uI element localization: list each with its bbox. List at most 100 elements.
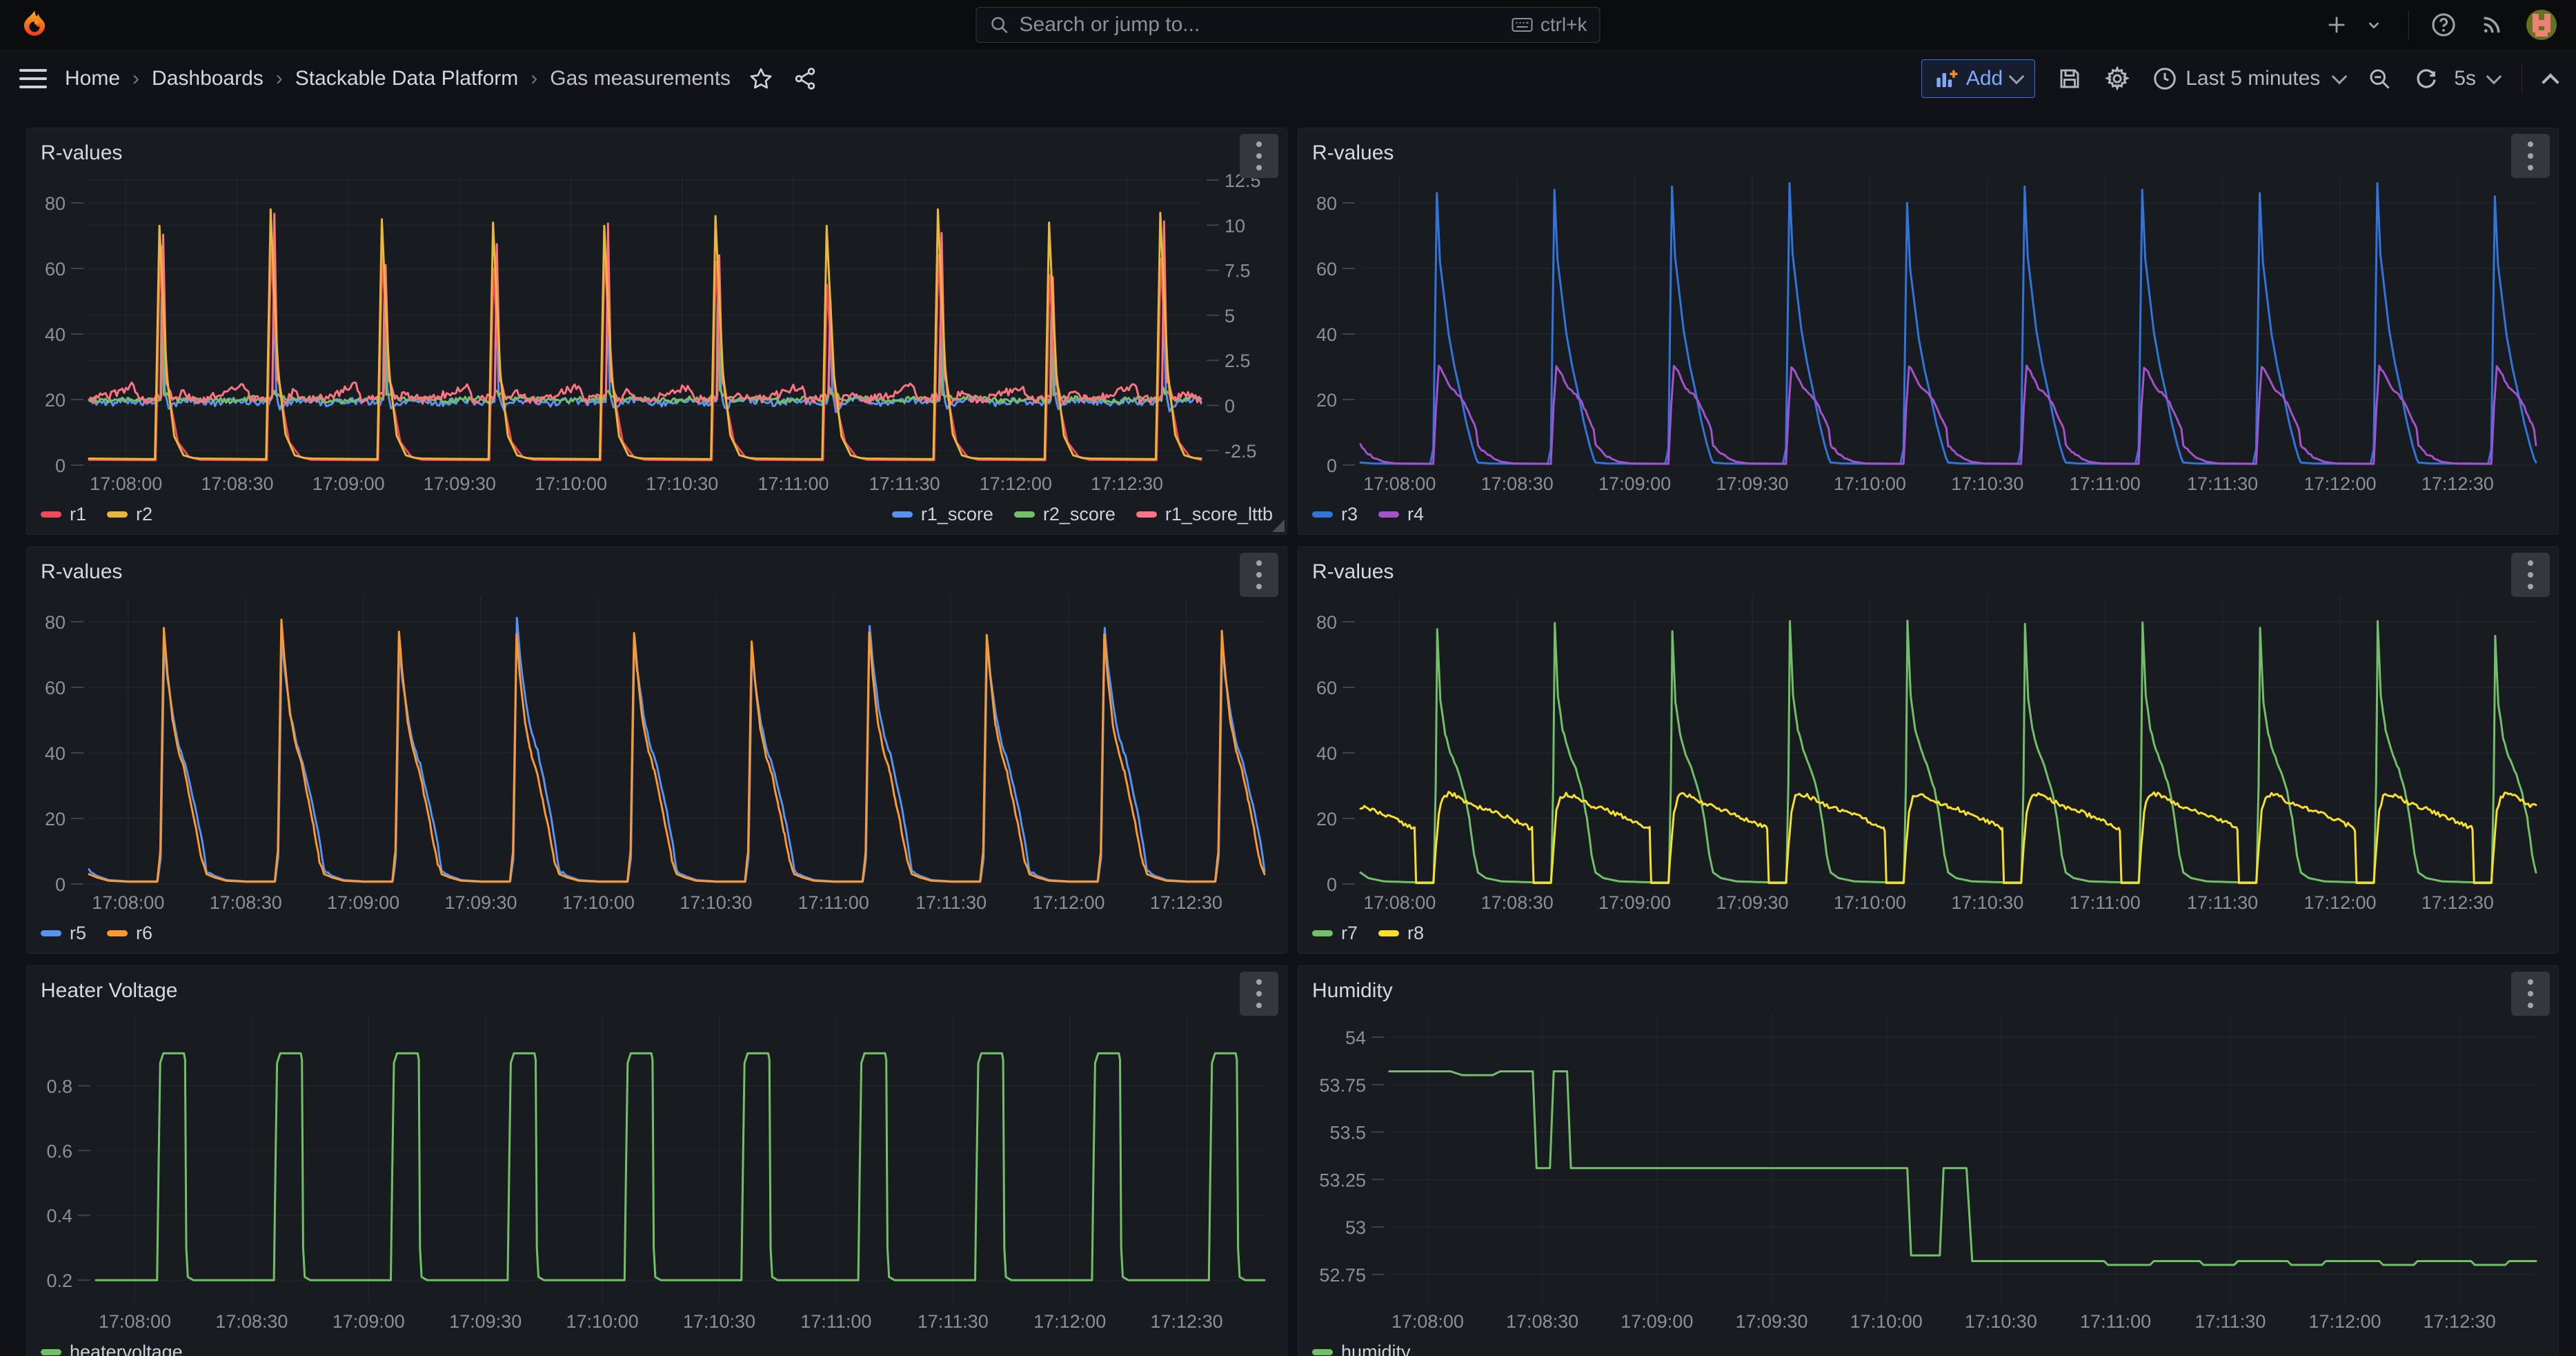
legend-item[interactable]: r1_score_lttb: [1136, 504, 1273, 525]
refresh-interval-select[interactable]: 5s: [2454, 67, 2476, 90]
legend-swatch: [1136, 511, 1157, 518]
collapse-toolbar-icon[interactable]: [2542, 73, 2559, 90]
svg-text:7.5: 7.5: [1225, 261, 1251, 282]
dashboard-settings-button[interactable]: [2104, 66, 2130, 92]
search-input[interactable]: Search or jump to... ctrl+k: [976, 7, 1601, 43]
time-series-chart[interactable]: 0.20.40.60.817:08:0017:08:3017:09:0017:0…: [41, 1008, 1273, 1335]
legend-item[interactable]: r7: [1312, 923, 1358, 944]
new-chevron-down-icon[interactable]: [2360, 11, 2388, 39]
panel-menu-icon[interactable]: [2511, 972, 2550, 1016]
svg-text:5: 5: [1225, 306, 1235, 326]
legend-item[interactable]: heatervoltage: [41, 1342, 183, 1356]
grafana-logo[interactable]: [19, 10, 50, 40]
svg-text:17:12:30: 17:12:30: [2421, 892, 2494, 913]
svg-text:17:12:00: 17:12:00: [980, 473, 1052, 494]
legend-item[interactable]: r8: [1378, 923, 1424, 944]
legend-item[interactable]: r5: [41, 923, 86, 944]
legend-swatch: [892, 511, 913, 518]
panel-menu-icon[interactable]: [1240, 972, 1278, 1016]
svg-text:40: 40: [1316, 743, 1337, 764]
breadcrumb-separator: ›: [531, 67, 537, 90]
panel-menu-icon[interactable]: [2511, 553, 2550, 597]
dashboard-nav-bar: Home›Dashboards›Stackable Data Platform›…: [0, 49, 2576, 108]
svg-text:17:09:00: 17:09:00: [1621, 1311, 1693, 1332]
svg-text:17:09:00: 17:09:00: [313, 473, 385, 494]
svg-text:17:12:00: 17:12:00: [2308, 1311, 2381, 1332]
save-dashboard-button[interactable]: [2057, 66, 2082, 91]
time-series-chart[interactable]: 52.755353.2553.553.755417:08:0017:08:301…: [1312, 1008, 2544, 1335]
svg-text:17:11:30: 17:11:30: [2187, 892, 2258, 913]
chart-legend: humidity: [1312, 1335, 2544, 1356]
legend-label: r2_score: [1043, 504, 1116, 525]
favorite-star-icon[interactable]: [749, 66, 773, 91]
panel-menu-icon[interactable]: [2511, 134, 2550, 178]
refresh-button[interactable]: 5s: [2414, 66, 2499, 91]
panel-title[interactable]: R-values: [1312, 560, 1394, 584]
svg-text:17:08:30: 17:08:30: [1481, 473, 1554, 494]
panel-menu-icon[interactable]: [1240, 553, 1278, 597]
menu-hamburger-icon[interactable]: [19, 69, 47, 88]
chart-legend: r3 r4: [1312, 497, 2544, 529]
breadcrumb-item[interactable]: Stackable Data Platform: [295, 67, 518, 90]
breadcrumb-item: Gas measurements: [550, 67, 731, 90]
legend-label: r1: [70, 504, 86, 525]
zoom-out-button[interactable]: [2367, 66, 2392, 91]
svg-text:17:12:00: 17:12:00: [2303, 892, 2376, 913]
time-series-chart[interactable]: 02040608017:08:0017:08:3017:09:0017:09:3…: [41, 589, 1273, 916]
svg-text:0.8: 0.8: [46, 1076, 72, 1097]
svg-text:17:09:30: 17:09:30: [1716, 892, 1788, 913]
time-series-chart[interactable]: 02040608017:08:0017:08:3017:09:0017:09:3…: [1312, 170, 2544, 497]
time-series-chart[interactable]: 020406080-2.502.557.51012.517:08:0017:08…: [41, 170, 1273, 497]
svg-text:80: 80: [45, 612, 66, 633]
svg-text:52.75: 52.75: [1319, 1265, 1366, 1286]
add-chevron-down-icon: [2009, 69, 2025, 85]
svg-text:40: 40: [1316, 324, 1337, 345]
legend-swatch: [41, 930, 61, 936]
legend-item[interactable]: r2_score: [1014, 504, 1116, 525]
svg-text:17:10:00: 17:10:00: [562, 892, 635, 913]
avatar[interactable]: [2526, 10, 2557, 40]
svg-text:17:11:30: 17:11:30: [2194, 1311, 2266, 1332]
legend-item[interactable]: r1: [41, 504, 86, 525]
svg-text:17:10:30: 17:10:30: [646, 473, 718, 494]
breadcrumb-item[interactable]: Home: [65, 67, 120, 90]
svg-text:60: 60: [1316, 259, 1337, 279]
panel-title[interactable]: R-values: [1312, 141, 1394, 165]
add-button[interactable]: Add: [1921, 59, 2035, 98]
legend-item[interactable]: humidity: [1312, 1342, 1411, 1356]
time-series-chart[interactable]: 02040608017:08:0017:08:3017:09:0017:09:3…: [1312, 589, 2544, 916]
topbar-divider: [2408, 10, 2409, 39]
legend-item[interactable]: r3: [1312, 504, 1358, 525]
svg-text:20: 20: [45, 390, 66, 411]
chart-legend: heatervoltage: [41, 1335, 1273, 1356]
legend-label: r3: [1341, 504, 1358, 525]
svg-text:17:11:00: 17:11:00: [2080, 1311, 2151, 1332]
svg-text:0: 0: [1327, 874, 1337, 895]
legend-swatch: [1312, 1349, 1333, 1355]
legend-item[interactable]: r1_score: [892, 504, 993, 525]
legend-item[interactable]: r4: [1378, 504, 1424, 525]
panel-title[interactable]: Heater Voltage: [41, 979, 177, 1003]
time-range-picker[interactable]: Last 5 minutes: [2152, 66, 2345, 91]
svg-text:17:08:00: 17:08:00: [90, 473, 162, 494]
svg-text:17:08:30: 17:08:30: [201, 473, 273, 494]
legend-item[interactable]: r2: [107, 504, 152, 525]
new-plus-icon[interactable]: [2323, 11, 2350, 39]
panel-title[interactable]: R-values: [41, 560, 122, 584]
dashboard-panel: Humidity 52.755353.2553.553.755417:08:00…: [1298, 965, 2559, 1356]
panel-resize-handle[interactable]: [1272, 520, 1285, 532]
legend-item[interactable]: r6: [107, 923, 152, 944]
news-rss-icon[interactable]: [2478, 11, 2506, 39]
svg-text:17:10:30: 17:10:30: [1951, 473, 2023, 494]
panel-title[interactable]: R-values: [41, 141, 122, 165]
legend-swatch: [1014, 511, 1035, 518]
svg-text:0: 0: [1225, 396, 1235, 417]
help-icon[interactable]: [2430, 11, 2457, 39]
legend-label: r2: [136, 504, 152, 525]
panel-menu-icon[interactable]: [1240, 134, 1278, 178]
breadcrumb-item[interactable]: Dashboards: [152, 67, 264, 90]
svg-text:17:12:30: 17:12:30: [1151, 1311, 1223, 1332]
share-icon[interactable]: [793, 66, 818, 91]
svg-text:17:10:00: 17:10:00: [1834, 892, 1906, 913]
panel-title[interactable]: Humidity: [1312, 979, 1393, 1003]
